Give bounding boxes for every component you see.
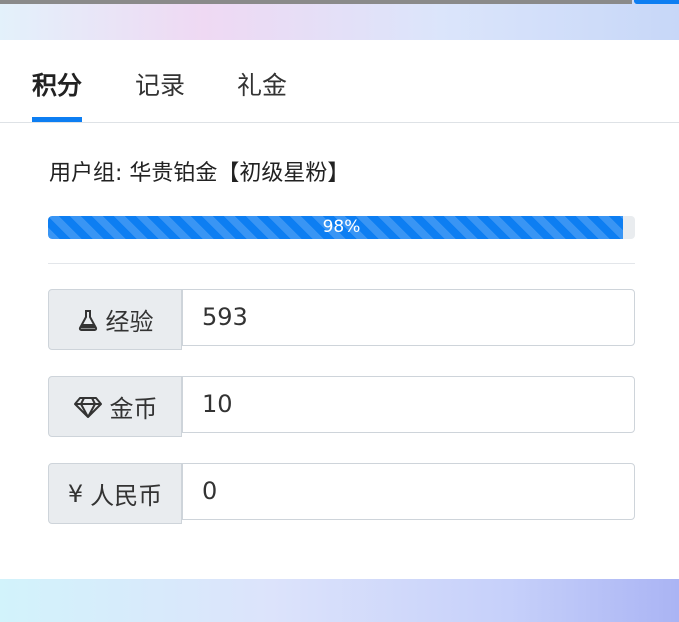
coins-value-field[interactable]: 10 [182,376,635,433]
flask-icon [77,309,99,331]
tab-bar: 积分 记录 礼金 [0,40,679,123]
experience-addon: 经验 [48,289,182,350]
coins-group: 金币 10 [48,376,635,439]
points-card: 积分 记录 礼金 用户组: 华贵铂金【初级星粉】 98% 经验 593 金币 1… [0,40,679,579]
top-background-band [0,0,679,40]
progress-label: 98% [322,217,361,237]
diamond-icon [73,395,103,419]
experience-group: 经验 593 [48,289,635,352]
rmb-group: ¥ 人民币 0 [48,463,635,526]
level-progress-bar: 98% [48,216,635,239]
tab-records[interactable]: 记录 [135,66,185,122]
divider [48,263,635,264]
top-scroll-strip [0,0,632,4]
tab-points[interactable]: 积分 [32,66,83,122]
tab-gift-money-label: 礼金 [237,71,288,100]
user-group-text: 用户组: 华贵铂金【初级星粉】 [49,161,350,186]
rmb-label: 人民币 [90,482,163,510]
experience-value-field[interactable]: 593 [182,289,635,346]
top-accent-bar [634,0,679,4]
coins-label: 金币 [109,395,158,423]
tab-records-label: 记录 [135,71,186,100]
tab-gift-money[interactable]: 礼金 [237,66,287,122]
yen-icon: ¥ [67,479,84,508]
bottom-background-band [0,579,679,622]
experience-label: 经验 [105,308,154,336]
coins-addon: 金币 [48,376,182,437]
rmb-value-field[interactable]: 0 [182,463,635,520]
active-tab-underline [32,117,83,122]
rmb-addon: ¥ 人民币 [48,463,182,524]
tab-points-label: 积分 [32,71,83,100]
